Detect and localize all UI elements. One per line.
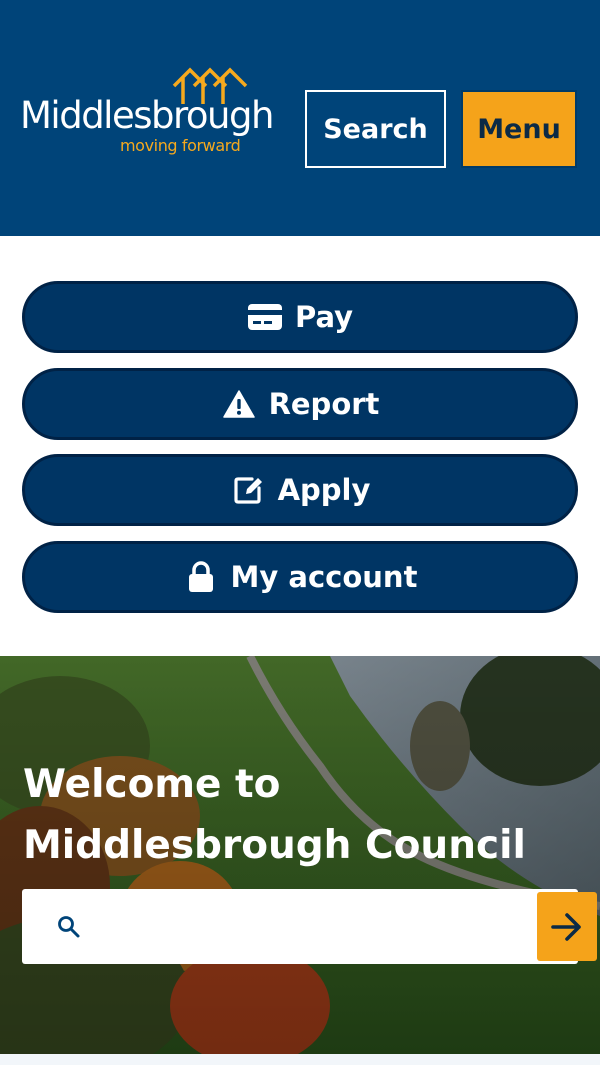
site-header: Middlesbrough moving forward Search Menu <box>0 0 600 236</box>
edit-form-icon <box>230 472 266 508</box>
lock-icon <box>183 559 219 595</box>
search-submit-button[interactable] <box>537 892 597 961</box>
search-input[interactable] <box>102 899 522 954</box>
report-button[interactable]: Report <box>22 367 578 440</box>
warning-triangle-icon <box>221 386 257 422</box>
logo-tagline: moving forward <box>120 136 241 155</box>
quick-links: Pay Report Apply My account <box>22 281 578 627</box>
site-logo[interactable]: Middlesbrough moving forward <box>20 66 304 162</box>
search-button[interactable]: Search <box>305 90 446 168</box>
search-icon <box>58 916 80 938</box>
credit-card-icon <box>247 299 283 335</box>
my-account-button[interactable]: My account <box>22 540 578 613</box>
apply-button[interactable]: Apply <box>22 454 578 526</box>
arrow-right-icon <box>551 912 581 941</box>
apply-label: Apply <box>277 473 371 507</box>
hero-banner: Welcome to Middlesbrough Council <box>0 656 600 1054</box>
page-divider <box>0 1054 600 1065</box>
pay-button[interactable]: Pay <box>22 281 578 353</box>
menu-button[interactable]: Menu <box>461 90 577 168</box>
my-account-label: My account <box>230 559 418 594</box>
hero-title: Welcome to Middlesbrough Council <box>23 762 526 868</box>
report-label: Report <box>268 386 380 421</box>
site-search <box>22 889 597 964</box>
pay-label: Pay <box>294 300 354 334</box>
logo-wordmark: Middlesbrough <box>20 94 274 137</box>
